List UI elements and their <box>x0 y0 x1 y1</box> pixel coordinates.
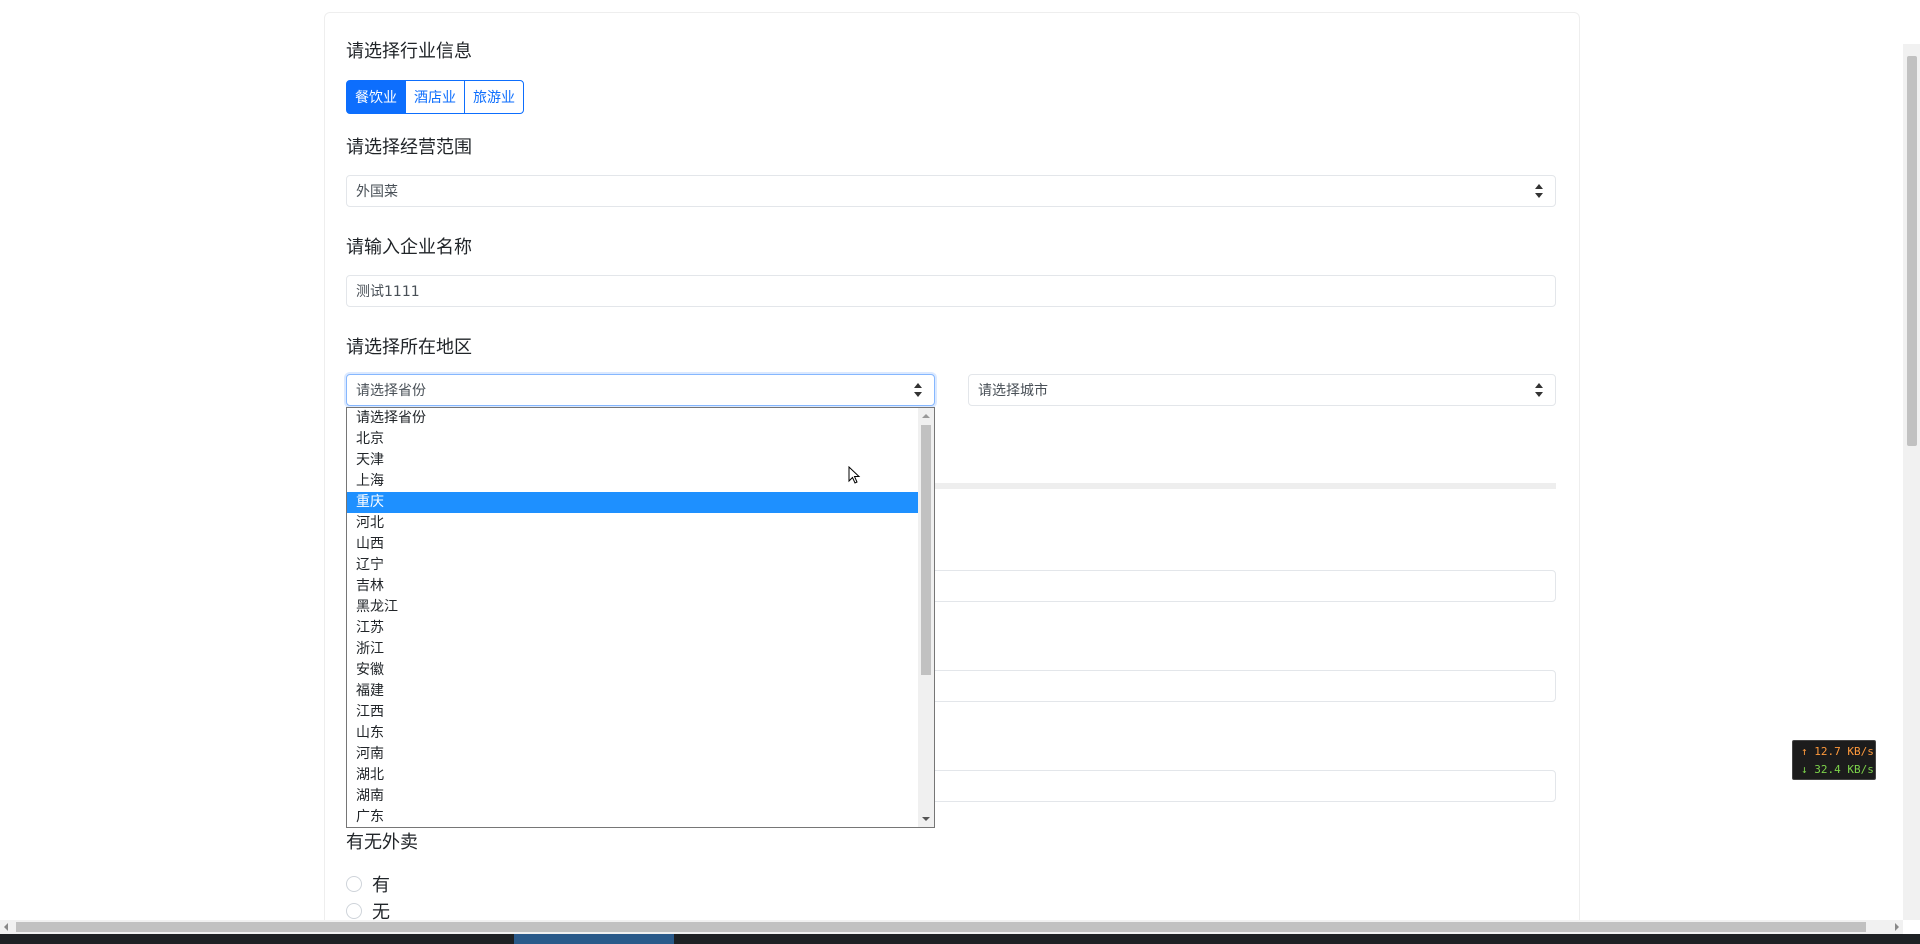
scope-label: 请选择经营范围 <box>346 137 472 158</box>
province-option[interactable]: 请选择省份 <box>347 408 918 429</box>
radio-button[interactable] <box>346 876 362 892</box>
download-speed: ↓ 32.4 KB/s <box>1801 763 1874 776</box>
province-option[interactable]: 安徽 <box>347 660 918 681</box>
dropdown-scroll-thumb[interactable] <box>921 425 931 675</box>
province-option[interactable]: 江西 <box>347 702 918 723</box>
industry-button-tourism[interactable]: 旅游业 <box>464 80 524 114</box>
radio-button[interactable] <box>346 903 362 919</box>
select-caret-icon <box>1535 184 1543 198</box>
page-vertical-scrollbar[interactable] <box>1903 44 1920 920</box>
company-label: 请输入企业名称 <box>346 237 472 258</box>
scroll-right-icon[interactable] <box>1895 923 1899 931</box>
province-option[interactable]: 江苏 <box>347 618 918 639</box>
city-select[interactable]: 请选择城市 <box>968 374 1556 406</box>
network-speed-widget: ↑ 12.7 KB/s ↓ 32.4 KB/s <box>1792 740 1876 780</box>
scroll-up-icon[interactable] <box>922 414 930 418</box>
takeaway-option-yes[interactable]: 有 <box>346 871 390 897</box>
hidden-field-strip <box>935 483 1556 489</box>
select-caret-icon <box>914 383 922 397</box>
province-select[interactable]: 请选择省份 <box>346 374 935 406</box>
province-option[interactable]: 广东 <box>347 807 918 827</box>
province-option[interactable]: 湖南 <box>347 786 918 807</box>
province-option[interactable]: 黑龙江 <box>347 597 918 618</box>
province-option-highlighted[interactable]: 重庆 <box>347 492 918 513</box>
province-dropdown-list[interactable]: 请选择省份 北京 天津 上海 重庆 河北 山西 辽宁 吉林 黑龙江 江苏 浙江 … <box>346 407 935 828</box>
province-option[interactable]: 上海 <box>347 471 918 492</box>
province-option[interactable]: 天津 <box>347 450 918 471</box>
os-taskbar <box>0 934 1920 944</box>
province-option[interactable]: 河北 <box>347 513 918 534</box>
province-option[interactable]: 北京 <box>347 429 918 450</box>
takeaway-label: 有无外卖 <box>346 832 418 853</box>
taskbar-active-app[interactable] <box>514 934 674 944</box>
scroll-left-icon[interactable] <box>4 923 8 931</box>
industry-button-group: 餐饮业 酒店业 旅游业 <box>346 80 524 114</box>
dropdown-scrollbar[interactable] <box>918 408 934 827</box>
scope-select[interactable]: 外国菜 <box>346 175 1556 207</box>
province-option[interactable]: 辽宁 <box>347 555 918 576</box>
province-option[interactable]: 吉林 <box>347 576 918 597</box>
province-option[interactable]: 福建 <box>347 681 918 702</box>
province-option[interactable]: 浙江 <box>347 639 918 660</box>
scope-select-value: 外国菜 <box>356 184 398 200</box>
industry-button-catering[interactable]: 餐饮业 <box>346 80 406 114</box>
select-caret-icon <box>1535 383 1543 397</box>
scroll-down-icon[interactable] <box>922 817 930 821</box>
horizontal-scroll-thumb[interactable] <box>16 922 1866 932</box>
province-option[interactable]: 湖北 <box>347 765 918 786</box>
region-label: 请选择所在地区 <box>346 337 472 358</box>
mouse-cursor-icon <box>848 466 861 484</box>
province-option[interactable]: 山西 <box>347 534 918 555</box>
upload-speed: ↑ 12.7 KB/s <box>1801 745 1874 758</box>
page-horizontal-scrollbar[interactable] <box>0 920 1903 934</box>
province-select-value: 请选择省份 <box>356 383 426 399</box>
company-name-value: 测试1111 <box>356 284 420 300</box>
city-select-value: 请选择城市 <box>978 383 1048 399</box>
company-name-input[interactable]: 测试1111 <box>346 275 1556 307</box>
radio-label: 有 <box>372 875 390 896</box>
industry-label: 请选择行业信息 <box>346 41 472 62</box>
province-option[interactable]: 河南 <box>347 744 918 765</box>
industry-button-hotel[interactable]: 酒店业 <box>405 80 465 114</box>
page-scroll-thumb[interactable] <box>1907 56 1917 446</box>
province-option[interactable]: 山东 <box>347 723 918 744</box>
